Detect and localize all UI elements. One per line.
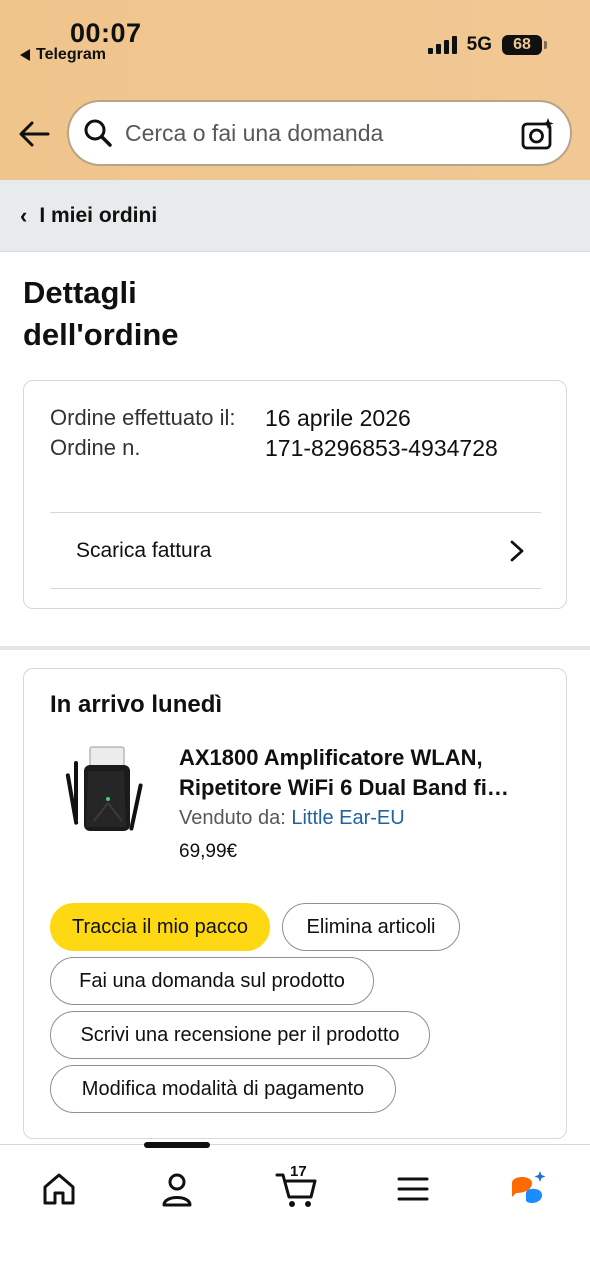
breadcrumb-label: I miei ordini: [39, 203, 158, 227]
product-price: 69,99€: [179, 841, 238, 862]
breadcrumb[interactable]: ‹ I miei ordini: [0, 180, 590, 252]
order-number-label: Ordine n.: [50, 435, 141, 460]
order-info-card: Ordine effettuato il: Ordine n. 16 april…: [23, 380, 567, 609]
rufus-ai-icon[interactable]: [508, 1169, 548, 1209]
back-app-label: Telegram: [36, 46, 106, 63]
back-to-app-link[interactable]: Telegram: [20, 46, 106, 64]
seller-info: Venduto da: Little Ear-EU: [179, 807, 405, 830]
delete-items-button[interactable]: Elimina articoli: [282, 903, 460, 951]
network-label: 5G: [466, 34, 492, 55]
battery-level: 68: [513, 36, 531, 53]
search-icon: [84, 119, 112, 147]
delivery-card: In arrivo lunedì AX1800 Amplificatore WL…: [23, 668, 567, 1139]
chevron-left-icon: ‹: [20, 202, 28, 228]
product-image[interactable]: [64, 743, 154, 843]
seller-prefix: Venduto da:: [179, 807, 286, 829]
bottom-navigation: 17: [0, 1142, 590, 1280]
status-indicators: 5G 68: [427, 34, 547, 56]
camera-search-icon[interactable]: [520, 116, 556, 152]
home-icon[interactable]: [39, 1169, 79, 1209]
order-date-label: Ordine effettuato il:: [50, 405, 236, 430]
cart-button[interactable]: 17: [275, 1163, 319, 1209]
back-triangle-icon: [20, 49, 30, 61]
download-invoice-label: Scarica fattura: [76, 539, 212, 562]
back-arrow-icon[interactable]: [16, 116, 52, 152]
order-info-labels: Ordine effettuato il: Ordine n.: [50, 403, 250, 463]
search-bar[interactable]: [67, 100, 572, 166]
status-time: 00:07: [70, 18, 142, 48]
chevron-right-icon: [510, 540, 524, 562]
active-tab-indicator: [144, 1142, 210, 1148]
search-input[interactable]: [125, 119, 505, 147]
menu-icon[interactable]: [393, 1169, 433, 1209]
edit-payment-method-button[interactable]: Modifica modalità di pagamento: [50, 1065, 396, 1113]
order-date-value: 16 aprile 2026: [265, 405, 411, 431]
track-package-button[interactable]: Traccia il mio pacco: [50, 903, 270, 951]
delivery-status-title: In arrivo lunedì: [50, 691, 223, 718]
order-info-values: 16 aprile 2026 171-8296853-4934728: [265, 403, 498, 463]
cart-count-badge: 17: [290, 1163, 307, 1180]
page-title: Dettagli dell'ordine: [23, 275, 179, 352]
battery-icon: 68: [502, 35, 547, 55]
write-review-button[interactable]: Scrivi una recensione per il prodotto: [50, 1011, 430, 1059]
divider: [50, 588, 541, 589]
product-title-link[interactable]: AX1800 Amplificatore WLAN, Ripetitore Wi…: [179, 743, 549, 803]
seller-link[interactable]: Little Ear-EU: [291, 807, 404, 829]
app-header: 00:07 Telegram 5G 68: [0, 0, 590, 180]
account-icon[interactable]: [157, 1169, 197, 1209]
signal-icon: [427, 36, 457, 54]
download-invoice-row[interactable]: Scarica fattura: [50, 513, 541, 589]
section-separator: [0, 646, 590, 650]
order-number-value: 171-8296853-4934728: [265, 435, 498, 461]
ask-product-question-button[interactable]: Fai una domanda sul prodotto: [50, 957, 374, 1005]
